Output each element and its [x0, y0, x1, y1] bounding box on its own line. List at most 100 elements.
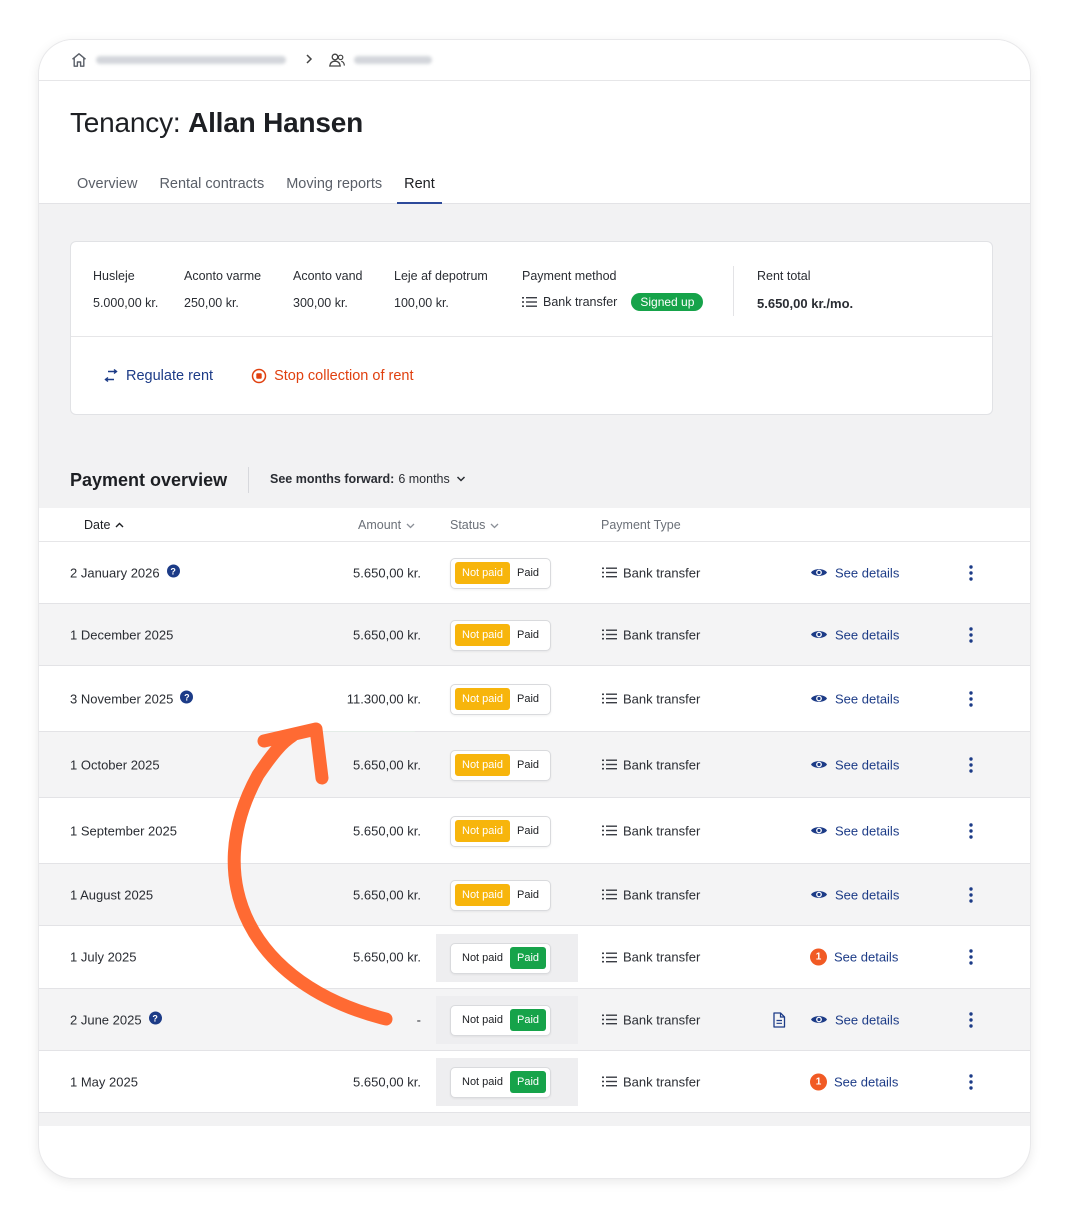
paid-option[interactable]: Paid — [510, 820, 546, 842]
more-options-icon[interactable] — [969, 822, 973, 839]
help-icon[interactable]: ? — [166, 564, 180, 578]
more-options-icon[interactable] — [969, 564, 973, 581]
table-row: 2 June 2025? - Not paid Paid Bank transfer Se… — [39, 989, 1030, 1051]
tab-moving-reports[interactable]: Moving reports — [279, 170, 389, 204]
breadcrumb-address-blurred[interactable] — [96, 56, 286, 64]
amount-text: - — [416, 1012, 421, 1027]
payment-type-header-label: Payment Type — [601, 518, 681, 532]
date-text: 1 August 2025 — [70, 887, 154, 902]
list-icon — [602, 825, 617, 837]
payment-type-text: Bank transfer — [623, 823, 701, 838]
status-toggle-container: Not paid Paid — [436, 934, 578, 982]
rent-total-field: Rent total 5.650,00 kr./mo. — [757, 269, 853, 311]
not-paid-option[interactable]: Not paid — [455, 624, 510, 646]
more-options-icon[interactable] — [969, 1011, 973, 1028]
rent-summary-card: Husleje 5.000,00 kr. Aconto varme 250,00… — [70, 241, 993, 415]
more-options-icon[interactable] — [969, 886, 973, 903]
more-options-icon[interactable] — [969, 1073, 973, 1090]
tab-rental-contracts[interactable]: Rental contracts — [152, 170, 271, 204]
amount-column-header[interactable]: Amount — [358, 518, 415, 532]
row-amount: 5.650,00 kr. — [353, 627, 421, 642]
row-payment-type: Bank transfer — [602, 627, 700, 642]
table-row: 1 May 2025 5.650,00 kr. Not paid Paid Bank t… — [39, 1051, 1030, 1113]
swap-arrows-icon — [103, 369, 119, 383]
paid-option[interactable]: Paid — [509, 947, 547, 969]
more-options-icon[interactable] — [969, 756, 973, 773]
list-icon — [522, 296, 537, 308]
stop-collection-button[interactable]: Stop collection of rent — [251, 368, 414, 384]
see-details-link[interactable]: See details — [810, 1012, 899, 1027]
not-paid-option[interactable]: Not paid — [455, 884, 510, 906]
months-forward-dropdown[interactable]: See months forward: 6 months — [270, 472, 466, 486]
row-amount: 5.650,00 kr. — [353, 823, 421, 838]
see-details-label: See details — [835, 1012, 900, 1027]
tab-rent[interactable]: Rent — [397, 170, 442, 204]
see-details-link[interactable]: See details — [810, 823, 899, 838]
status-toggle[interactable]: Not paid Paid — [450, 815, 552, 847]
payment-method-label: Payment method — [522, 269, 617, 283]
status-toggle[interactable]: Not paid Paid — [450, 1004, 552, 1036]
status-toggle[interactable]: Not paid Paid — [450, 942, 552, 974]
more-options-icon[interactable] — [969, 949, 973, 965]
not-paid-option[interactable]: Not paid — [455, 820, 510, 842]
more-options-icon[interactable] — [969, 690, 973, 707]
table-row: 3 November 2025? 11.300,00 kr.Added one-t… — [39, 666, 1030, 747]
more-options-icon[interactable] — [969, 626, 973, 643]
paid-option[interactable]: Paid — [510, 754, 546, 776]
status-toggle[interactable]: Not paid Paid — [450, 1066, 552, 1098]
title-prefix: Tenancy: — [70, 107, 181, 138]
row-date: 1 May 2025 — [70, 1074, 138, 1089]
date-column-header[interactable]: Date — [84, 518, 124, 532]
status-toggle[interactable]: Not paid Paid — [450, 619, 552, 651]
not-paid-option[interactable]: Not paid — [455, 947, 510, 969]
row-amount: 5.650,00 kr. — [353, 1074, 421, 1089]
not-paid-option[interactable]: Not paid — [455, 754, 510, 776]
divider — [733, 266, 734, 316]
not-paid-option[interactable]: Not paid — [455, 688, 510, 710]
status-toggle[interactable]: Not paid Paid — [450, 683, 552, 715]
payment-type-column-header: Payment Type — [601, 518, 681, 532]
paid-option[interactable]: Paid — [509, 1009, 547, 1031]
paid-option[interactable]: Paid — [510, 688, 546, 710]
status-column-header[interactable]: Status — [450, 518, 499, 532]
list-icon — [602, 629, 617, 641]
tab-overview[interactable]: Overview — [70, 170, 144, 204]
rent-actions: Regulate rent Stop collection of rent — [103, 368, 452, 384]
breadcrumb-tenant-blurred — [354, 56, 432, 64]
status-toggle-container: Not paid Paid — [436, 996, 578, 1044]
help-icon[interactable]: ? — [148, 1011, 162, 1025]
see-details-link[interactable]: 1 See details — [810, 1073, 898, 1090]
paid-option[interactable]: Paid — [510, 624, 546, 646]
months-forward-label: See months forward: — [270, 472, 395, 486]
see-details-link[interactable]: See details — [810, 887, 899, 902]
paid-option[interactable]: Paid — [510, 884, 546, 906]
list-icon — [602, 1076, 617, 1088]
see-details-link[interactable]: See details — [810, 565, 899, 580]
paid-option[interactable]: Paid — [510, 562, 546, 584]
help-icon[interactable]: ? — [180, 690, 194, 704]
regulate-rent-label: Regulate rent — [126, 368, 214, 384]
not-paid-option[interactable]: Not paid — [455, 1071, 510, 1093]
not-paid-option[interactable]: Not paid — [455, 562, 510, 584]
aconto-vand-field: Aconto vand 300,00 kr. — [293, 269, 363, 310]
paid-option[interactable]: Paid — [509, 1071, 547, 1093]
not-paid-option[interactable]: Not paid — [455, 1009, 510, 1031]
stop-circle-icon — [251, 368, 267, 384]
document-icon[interactable] — [772, 1011, 786, 1028]
status-toggle[interactable]: Not paid Paid — [450, 879, 552, 911]
see-details-link[interactable]: See details — [810, 757, 899, 772]
row-amount: 5.650,00 kr. — [353, 950, 421, 965]
table-row: 1 December 2025 5.650,00 kr. Not paid Paid B… — [39, 604, 1030, 666]
chevron-down-icon — [406, 522, 415, 529]
see-details-link[interactable]: See details — [810, 627, 899, 642]
see-details-link[interactable]: See details — [810, 691, 899, 706]
status-toggle[interactable]: Not paid Paid — [450, 749, 552, 781]
see-details-label: See details — [835, 565, 900, 580]
regulate-rent-button[interactable]: Regulate rent — [103, 368, 213, 384]
see-details-label: See details — [834, 949, 899, 965]
home-icon[interactable] — [70, 51, 88, 69]
divider — [248, 467, 249, 493]
depotrum-value: 100,00 kr. — [394, 296, 449, 310]
see-details-link[interactable]: 1 See details — [810, 948, 899, 966]
status-toggle[interactable]: Not paid Paid — [450, 557, 552, 589]
